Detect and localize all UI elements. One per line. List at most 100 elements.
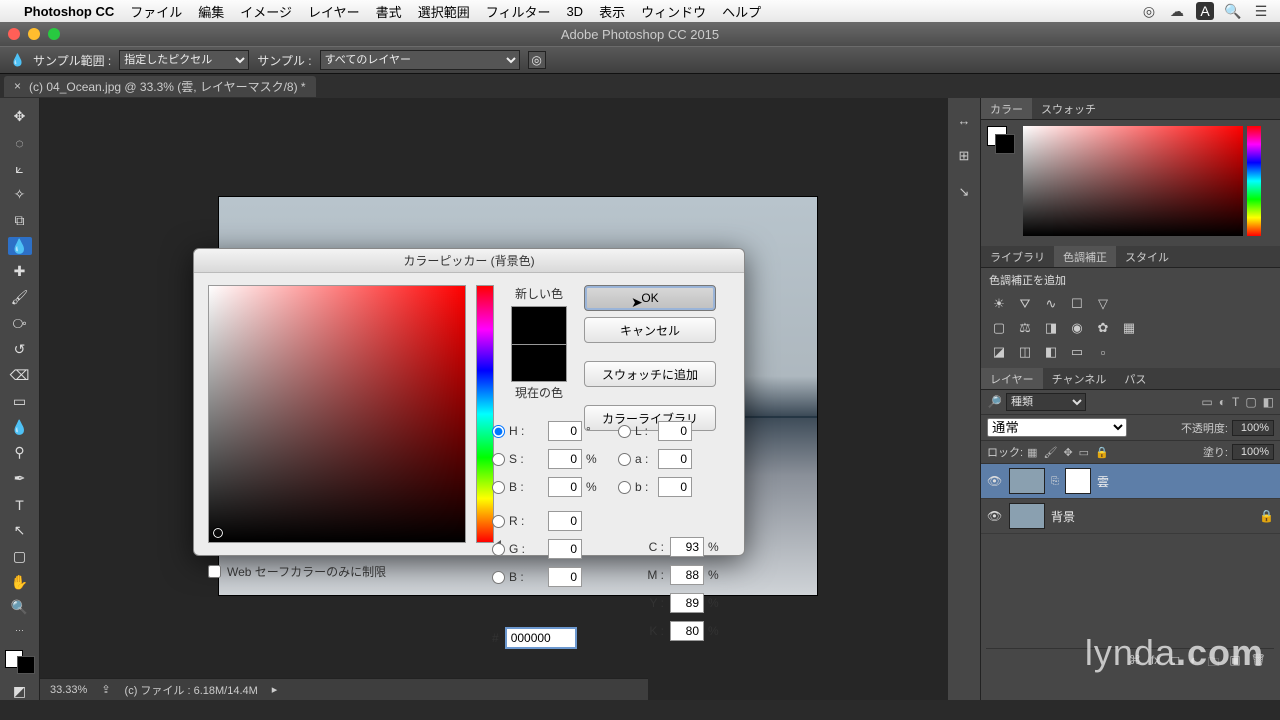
tab-styles[interactable]: スタイル (1116, 246, 1178, 267)
menu-list-icon[interactable]: ☰ (1252, 2, 1270, 20)
history-brush-tool[interactable]: ↺ (8, 341, 32, 359)
pen-tool[interactable]: ✒ (8, 470, 32, 488)
info-panel-icon[interactable]: ↘ (954, 182, 974, 202)
shape-tool[interactable]: ▢ (8, 547, 32, 565)
opacity-value[interactable]: 100% (1232, 420, 1274, 436)
add-swatch-button[interactable]: スウォッチに追加 (584, 361, 716, 387)
blur-tool[interactable]: 💧 (8, 418, 32, 436)
menu-help[interactable]: ヘルプ (722, 2, 761, 21)
selective-icon[interactable]: ▫ (1093, 344, 1113, 360)
history-panel-icon[interactable]: ↔ (954, 110, 974, 130)
g-radio[interactable] (492, 543, 505, 556)
curves-icon[interactable]: ∿ (1041, 296, 1061, 312)
lab-b-input[interactable] (658, 477, 692, 497)
s-radio[interactable] (492, 453, 505, 466)
visibility-eye-icon[interactable]: 👁 (987, 509, 1003, 523)
type-tool[interactable]: T (8, 496, 32, 514)
r-input[interactable] (548, 511, 582, 531)
levels-icon[interactable]: ⛛ (1015, 296, 1035, 312)
brightness-icon[interactable]: ☀ (989, 296, 1009, 312)
quickmask-tool[interactable]: ◩ (8, 682, 32, 700)
sample-range-select[interactable]: 指定したピクセル (119, 50, 249, 70)
layer-thumb[interactable] (1009, 468, 1045, 494)
magic-wand-tool[interactable]: ✧ (8, 186, 32, 204)
menu-filter[interactable]: フィルター (486, 2, 551, 21)
lock-artboard-icon[interactable]: ▭ (1079, 446, 1089, 459)
document-tab[interactable]: × (c) 04_Ocean.jpg @ 33.3% (雲, レイヤーマスク/8… (4, 76, 316, 97)
lab-b-radio[interactable] (618, 481, 631, 494)
more-tools-icon[interactable]: ⋯ (15, 625, 24, 636)
bw-icon[interactable]: ◨ (1041, 320, 1061, 336)
bv-radio[interactable] (492, 481, 505, 494)
h-input[interactable] (548, 421, 582, 441)
share-icon[interactable]: ⇪ (101, 683, 110, 696)
zoom-tool[interactable]: 🔍 (8, 599, 32, 617)
gradient-map-icon[interactable]: ▭ (1067, 344, 1087, 360)
blend-mode-select[interactable]: 通常 (987, 418, 1127, 437)
record-icon[interactable]: ◎ (1140, 2, 1158, 20)
layer-name[interactable]: 背景 (1051, 508, 1075, 525)
l-input[interactable] (658, 421, 692, 441)
k-input[interactable] (670, 621, 704, 641)
spotlight-icon[interactable]: 🔍 (1224, 2, 1242, 20)
tab-channels[interactable]: チャンネル (1043, 368, 1116, 389)
tab-close-icon[interactable]: × (14, 79, 21, 93)
b-radio[interactable] (492, 571, 505, 584)
sample-select[interactable]: すべてのレイヤー (320, 50, 520, 70)
layer-name[interactable]: 雲 (1097, 473, 1109, 490)
web-safe-checkbox[interactable] (208, 565, 221, 578)
info-flyout-icon[interactable]: ▸ (272, 683, 278, 696)
canvas-area[interactable]: カラーピッカー (背景色) 新しい色 現在の色 (40, 98, 948, 700)
move-tool[interactable]: ✥ (8, 108, 32, 126)
exposure-icon[interactable]: ☐ (1067, 296, 1087, 312)
menu-window[interactable]: ウィンドウ (641, 2, 706, 21)
brush-tool[interactable]: 🖌 (8, 289, 32, 307)
filter-type-icon[interactable]: T (1232, 395, 1239, 409)
menu-3d[interactable]: 3D (566, 4, 583, 19)
sample-ring-icon[interactable]: ◎ (528, 51, 546, 69)
color-spectrum[interactable] (1023, 126, 1243, 236)
menu-edit[interactable]: 編集 (198, 2, 224, 21)
tab-paths[interactable]: パス (1115, 368, 1155, 389)
lasso-tool[interactable]: ⟀ (8, 160, 32, 178)
text-a-icon[interactable]: A (1196, 2, 1214, 20)
h-radio[interactable] (492, 425, 505, 438)
c-input[interactable] (670, 537, 704, 557)
tab-adjustments[interactable]: 色調補正 (1054, 246, 1116, 267)
path-tool[interactable]: ↖ (8, 522, 32, 540)
balance-icon[interactable]: ⚖ (1015, 320, 1035, 336)
layer-filter-select[interactable]: 種類 (1006, 393, 1086, 411)
mixer-icon[interactable]: ✿ (1093, 320, 1113, 336)
menu-type[interactable]: 書式 (376, 2, 402, 21)
photo-filter-icon[interactable]: ◉ (1067, 320, 1087, 336)
m-input[interactable] (670, 565, 704, 585)
fill-value[interactable]: 100% (1232, 444, 1274, 460)
cloud-icon[interactable]: ☁ (1168, 2, 1186, 20)
app-menu[interactable]: Photoshop CC (24, 4, 114, 19)
menu-view[interactable]: 表示 (599, 2, 625, 21)
layer-mask-thumb[interactable] (1065, 468, 1091, 494)
layer-thumb[interactable] (1009, 503, 1045, 529)
lock-trans-icon[interactable]: ▦ (1027, 446, 1037, 459)
invert-icon[interactable]: ◪ (989, 344, 1009, 360)
layer-row-background[interactable]: 👁 背景 🔒 (981, 499, 1280, 534)
zoom-readout[interactable]: 33.33% (50, 684, 87, 696)
a-input[interactable] (658, 449, 692, 469)
cancel-button[interactable]: キャンセル (584, 317, 716, 343)
eraser-tool[interactable]: ⌫ (8, 366, 32, 384)
properties-panel-icon[interactable]: ⊞ (954, 146, 974, 166)
filter-shape-icon[interactable]: ▢ (1245, 395, 1256, 409)
tab-color[interactable]: カラー (981, 98, 1032, 119)
lock-pos-icon[interactable]: ✥ (1063, 446, 1072, 459)
threshold-icon[interactable]: ◧ (1041, 344, 1061, 360)
clone-tool[interactable]: ⧂ (8, 315, 32, 333)
hue-mini-strip[interactable] (1247, 126, 1261, 236)
a-radio[interactable] (618, 453, 631, 466)
tab-swatches[interactable]: スウォッチ (1032, 98, 1105, 119)
background-color[interactable] (17, 656, 35, 674)
filter-search-icon[interactable]: 🔎 (987, 395, 1002, 409)
sv-color-area[interactable] (208, 285, 466, 543)
l-radio[interactable] (618, 425, 631, 438)
hex-input[interactable] (505, 627, 577, 649)
r-radio[interactable] (492, 515, 505, 528)
